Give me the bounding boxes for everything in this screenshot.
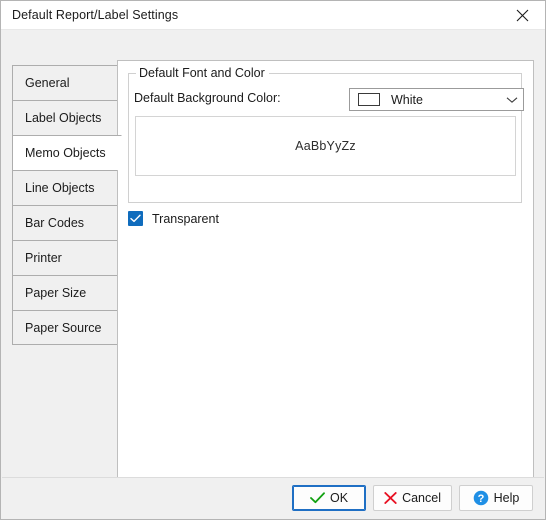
tab-label-objects[interactable]: Label Objects (12, 100, 118, 135)
ok-button-label: OK (330, 490, 349, 505)
help-button[interactable]: ? Help (459, 485, 533, 511)
close-icon (516, 9, 529, 22)
tab-bar-codes[interactable]: Bar Codes (12, 205, 118, 240)
tab-memo-objects[interactable]: Memo Objects (12, 135, 122, 170)
x-icon (384, 492, 397, 504)
dialog-body: General Label Objects Memo Objects Line … (1, 30, 545, 519)
question-circle-icon: ? (473, 490, 489, 506)
background-color-value: White (391, 92, 423, 107)
background-color-dropdown[interactable]: White (349, 88, 524, 111)
font-preview-box: AaBbYyZz (135, 116, 516, 176)
transparent-checkbox[interactable] (128, 211, 143, 226)
dialog-footer: OK Cancel ? Help (2, 477, 544, 518)
close-button[interactable] (500, 1, 545, 29)
default-font-and-color-group: Default Font and Color Default Backgroun… (128, 66, 524, 203)
check-icon (310, 492, 325, 504)
tab-label: Paper Source (25, 320, 102, 335)
tab-strip: General Label Objects Memo Objects Line … (12, 65, 122, 345)
tab-label: Label Objects (25, 111, 102, 125)
settings-dialog: Default Report/Label Settings General La… (0, 0, 546, 520)
tab-label: Bar Codes (25, 216, 85, 230)
tab-content-panel: Default Font and Color Default Backgroun… (117, 60, 534, 508)
ok-button[interactable]: OK (292, 485, 367, 511)
tab-label: Printer (25, 251, 62, 265)
color-swatch-icon (358, 93, 380, 106)
background-color-label: Default Background Color: (134, 91, 281, 105)
transparent-label: Transparent (152, 211, 219, 226)
chevron-down-icon[interactable] (501, 96, 523, 104)
cancel-button[interactable]: Cancel (373, 485, 452, 511)
tab-printer[interactable]: Printer (12, 240, 118, 275)
tab-line-objects[interactable]: Line Objects (12, 170, 118, 205)
tab-label: Memo Objects (25, 146, 106, 160)
font-preview-text: AaBbYyZz (295, 139, 356, 153)
tab-paper-source[interactable]: Paper Source (12, 310, 118, 345)
tab-label: Paper Size (25, 286, 87, 300)
group-title: Default Font and Color (136, 66, 269, 80)
transparent-checkbox-row[interactable]: Transparent (128, 211, 219, 226)
help-button-label: Help (493, 490, 520, 505)
background-color-row: Default Background Color: White (129, 88, 524, 112)
cancel-button-label: Cancel (402, 490, 441, 505)
svg-text:?: ? (477, 493, 484, 505)
tab-label: General (25, 76, 70, 90)
tab-label: Line Objects (25, 181, 95, 195)
window-title: Default Report/Label Settings (12, 8, 179, 22)
tab-general[interactable]: General (12, 65, 118, 100)
tab-paper-size[interactable]: Paper Size (12, 275, 118, 310)
title-bar: Default Report/Label Settings (1, 1, 545, 30)
